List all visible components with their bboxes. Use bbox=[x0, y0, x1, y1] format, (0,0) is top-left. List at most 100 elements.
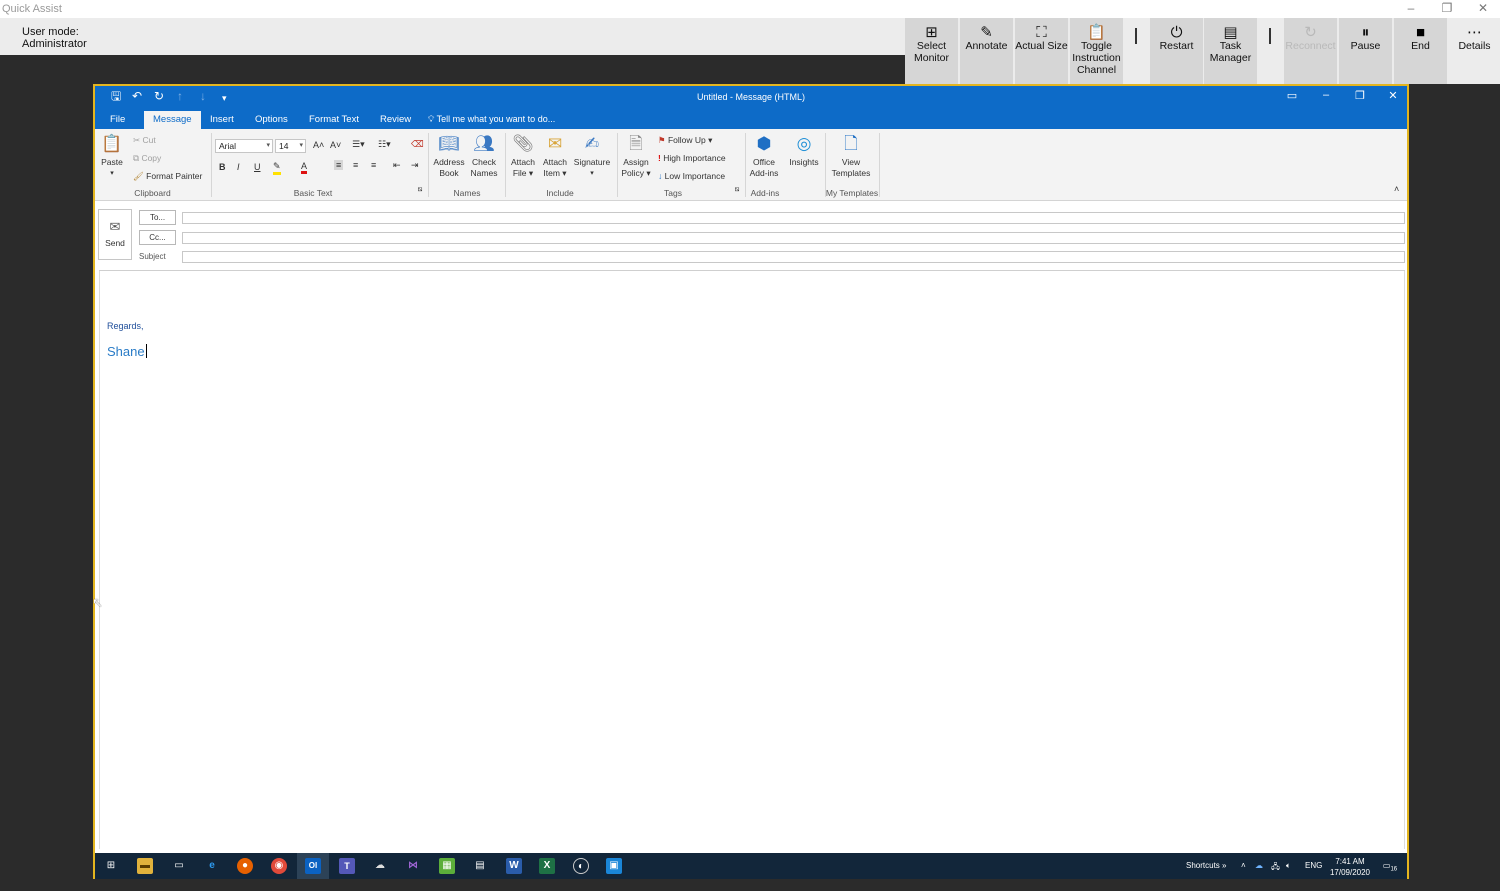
italic-button[interactable]: I bbox=[237, 162, 240, 172]
grow-font-icon[interactable]: A˄ bbox=[313, 140, 324, 150]
calculator-icon[interactable]: ▤ bbox=[472, 858, 488, 874]
message-body[interactable]: Regards, Shane bbox=[99, 271, 1405, 849]
clipboard-group-label: Clipboard bbox=[134, 188, 171, 198]
check-names-label: Check Names bbox=[470, 157, 498, 178]
close-icon[interactable]: ✕ bbox=[1378, 89, 1408, 102]
clear-formatting-icon[interactable]: ⌫ bbox=[411, 139, 424, 150]
volume-icon[interactable]: 🔈︎ bbox=[1286, 861, 1291, 871]
insights-button[interactable]: ◎ Insights bbox=[785, 133, 823, 168]
tab-insert[interactable]: Insert bbox=[201, 111, 243, 129]
firefox-icon[interactable]: ● bbox=[237, 858, 253, 874]
dialog-launcher-icon[interactable]: ⧅ bbox=[735, 186, 739, 194]
paperclip-icon: 📎︎ bbox=[512, 134, 534, 153]
remote-app-icon[interactable]: ◐ bbox=[573, 858, 589, 874]
reconnect-button[interactable]: ↻ Reconnect bbox=[1284, 18, 1337, 84]
check-names-icon: 👥︎ bbox=[473, 134, 495, 153]
file-explorer-icon[interactable]: ▬ bbox=[137, 858, 153, 874]
subject-field[interactable] bbox=[182, 251, 1405, 263]
minimize-icon[interactable]: – bbox=[1311, 89, 1341, 101]
restore-icon[interactable]: ❐ bbox=[1345, 89, 1375, 102]
close-button[interactable]: ✕ bbox=[1465, 0, 1500, 18]
language-indicator[interactable]: ENG bbox=[1305, 861, 1322, 870]
outlook-message-window: 🖫 ↶ ↻ ↑ ↓ ▾ Untitled - Message (HTML) ▭ … bbox=[93, 84, 1409, 879]
toggle-instruction-channel-button[interactable]: 📋 Toggle Instruction Channel bbox=[1070, 18, 1123, 84]
shrink-font-icon[interactable]: A˅ bbox=[330, 140, 341, 150]
network-icon[interactable]: 🖧︎ bbox=[1271, 861, 1280, 875]
teams-icon[interactable]: T bbox=[339, 858, 355, 874]
quick-assist-icon[interactable]: ▣ bbox=[606, 858, 622, 874]
office-add-ins-button[interactable]: ⬢ Office Add-ins bbox=[747, 133, 781, 179]
select-monitor-button[interactable]: ⊞ Select Monitor bbox=[905, 18, 958, 84]
tab-file[interactable]: File bbox=[101, 111, 134, 129]
paste-button[interactable]: 📋 Paste ▾ bbox=[99, 133, 125, 179]
bullets-icon[interactable]: ☰▾ bbox=[352, 139, 365, 150]
attach-item-button[interactable]: ✉ Attach Item ▾ bbox=[539, 133, 571, 179]
cc-field[interactable] bbox=[182, 232, 1405, 244]
chrome-icon[interactable]: ◉ bbox=[271, 858, 287, 874]
task-manager-button[interactable]: ▤ Task Manager bbox=[1204, 18, 1257, 84]
high-importance-button[interactable]: ! High Importance bbox=[658, 153, 726, 164]
send-icon: ✉ bbox=[109, 219, 121, 234]
decrease-indent-icon[interactable]: ⇤ bbox=[393, 160, 401, 171]
low-importance-button[interactable]: ↓ Low Importance bbox=[658, 171, 725, 182]
task-view-icon[interactable]: ▭ bbox=[171, 858, 187, 874]
format-painter-button[interactable]: 🖌︎ Format Painter bbox=[133, 171, 202, 182]
copy-button[interactable]: ⧉ Copy bbox=[133, 153, 161, 164]
align-center-icon[interactable]: ≡ bbox=[353, 160, 358, 170]
windows-start-icon[interactable]: ⊞ bbox=[103, 858, 119, 874]
tab-message[interactable]: Message bbox=[144, 111, 201, 129]
to-field[interactable] bbox=[182, 212, 1405, 224]
increase-indent-icon[interactable]: ⇥ bbox=[411, 160, 419, 171]
cc-button[interactable]: Cc... bbox=[139, 230, 176, 245]
clock[interactable]: 7:41 AM 17/09/2020 bbox=[1328, 856, 1372, 878]
font-color-icon[interactable]: A bbox=[301, 161, 308, 174]
restart-button[interactable]: ⏻ Restart bbox=[1150, 18, 1203, 84]
outlook-icon[interactable]: Ol bbox=[305, 858, 321, 874]
numbering-icon[interactable]: ☷▾ bbox=[378, 139, 391, 150]
details-button[interactable]: ⋯ Details bbox=[1449, 18, 1500, 84]
shortcuts-toolbar[interactable]: Shortcuts » bbox=[1186, 861, 1226, 870]
pause-button[interactable]: ⏸ Pause bbox=[1339, 18, 1392, 84]
notepad-icon[interactable]: ▦ bbox=[439, 858, 455, 874]
attach-file-button[interactable]: 📎︎ Attach File ▾ bbox=[507, 133, 539, 179]
collapse-ribbon-icon[interactable]: ˄ bbox=[1394, 184, 1399, 194]
tab-options[interactable]: Options bbox=[246, 111, 297, 129]
task-manager-label: Task Manager bbox=[1209, 40, 1252, 64]
edge-icon[interactable]: e bbox=[204, 858, 220, 874]
signature-button[interactable]: ✍︎ Signature ▾ bbox=[571, 133, 613, 179]
visual-studio-icon[interactable]: ⋈ bbox=[405, 858, 421, 874]
font-name-select[interactable]: Arial ▾ bbox=[215, 139, 273, 153]
restore-button[interactable]: ❐ bbox=[1429, 0, 1465, 18]
annotate-button[interactable]: ✎ Annotate bbox=[960, 18, 1013, 84]
cloud-app-icon[interactable]: ☁ bbox=[372, 858, 388, 874]
align-right-icon[interactable]: ≡ bbox=[371, 160, 376, 170]
tab-format-text[interactable]: Format Text bbox=[300, 111, 368, 129]
highlight-icon[interactable]: ✎ bbox=[273, 161, 281, 175]
minimize-button[interactable]: – bbox=[1393, 0, 1429, 18]
onedrive-icon[interactable]: ☁ bbox=[1255, 861, 1263, 870]
ribbon-display-icon[interactable]: ▭ bbox=[1277, 89, 1307, 102]
chevron-up-icon[interactable]: ˄ bbox=[1241, 861, 1246, 870]
tab-review[interactable]: Review bbox=[371, 111, 420, 129]
assign-policy-button[interactable]: 🗎 Assign Policy ▾ bbox=[619, 133, 653, 179]
view-templates-button[interactable]: 🗋 View Templates bbox=[827, 133, 875, 179]
word-icon[interactable]: W bbox=[506, 858, 522, 874]
check-names-button[interactable]: 👥︎ Check Names bbox=[467, 133, 501, 179]
dialog-launcher-icon[interactable]: ⧅ bbox=[418, 186, 422, 194]
follow-up-button[interactable]: ⚑ Follow Up ▾ bbox=[658, 135, 712, 146]
bold-button[interactable]: B bbox=[219, 162, 226, 172]
align-left-icon[interactable]: ≡ bbox=[334, 160, 344, 170]
font-size-select[interactable]: 14 ▾ bbox=[275, 139, 306, 153]
actual-size-button[interactable]: ⛶ Actual Size bbox=[1015, 18, 1068, 84]
underline-button[interactable]: U bbox=[254, 162, 261, 172]
end-button[interactable]: ■ End bbox=[1394, 18, 1447, 84]
address-book-button[interactable]: 📖︎ Address Book bbox=[431, 133, 467, 179]
to-button[interactable]: To... bbox=[139, 210, 176, 225]
notification-center-icon[interactable]: ▭16 bbox=[1382, 858, 1398, 874]
tell-me-search[interactable]: 💡︎ Tell me what you want to do... bbox=[428, 114, 555, 125]
address-book-label: Address Book bbox=[433, 157, 465, 178]
send-button[interactable]: ✉ Send bbox=[98, 209, 132, 260]
cut-button[interactable]: ✂ Cut bbox=[133, 135, 156, 146]
excel-icon[interactable]: X bbox=[539, 858, 555, 874]
chevron-down-icon: ▾ bbox=[266, 142, 270, 149]
